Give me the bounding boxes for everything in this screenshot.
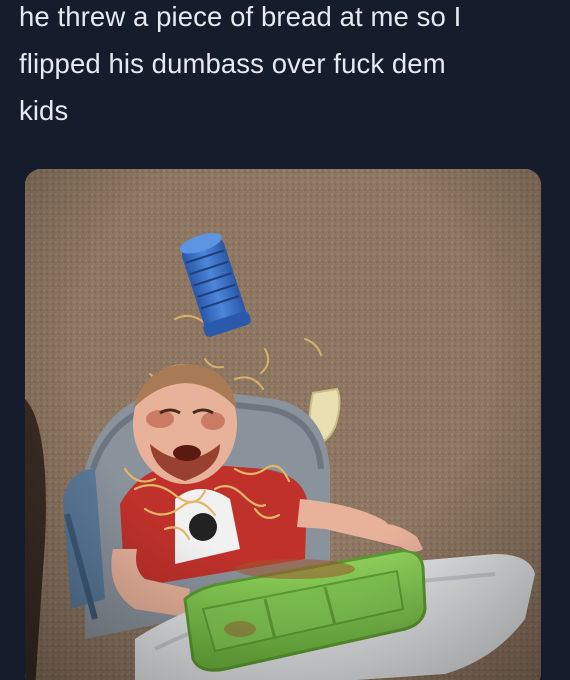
tweet-text-line: kids [19,95,69,126]
tweet-text: he threw a piece of bread at me so I fli… [19,0,559,134]
photo-illustration [25,169,541,680]
tweet-photo[interactable] [25,169,541,680]
tweet-text-line: flipped his dumbass over fuck dem [19,48,446,79]
tweet-text-line: he threw a piece of bread at me so I [19,1,462,32]
